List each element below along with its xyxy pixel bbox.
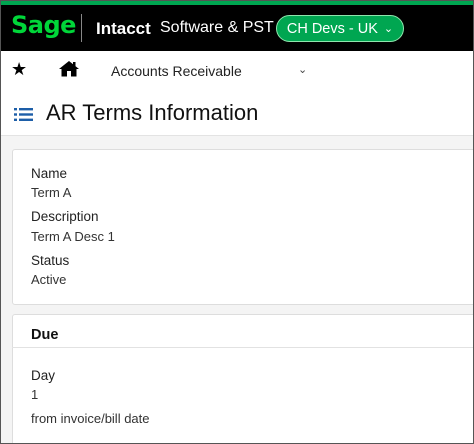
description-label: Description [31,209,99,224]
general-card [12,149,473,305]
star-icon[interactable]: ★ [11,59,27,80]
product-name: Intacct [96,19,151,38]
app-window: Sage Intacct Software & PST CH Devs - UK… [0,0,474,444]
home-icon[interactable] [59,60,79,82]
description-value: Term A Desc 1 [31,229,115,244]
due-section-title: Due [31,327,59,343]
entity-selector-button[interactable]: CH Devs - UK ⌄ [276,15,404,42]
top-bar: Sage Intacct Software & PST CH Devs - UK… [1,1,473,51]
chevron-down-icon[interactable]: ⌄ [298,63,307,76]
name-label: Name [31,166,68,181]
header-divider [81,14,82,42]
entity-selector-label: CH Devs - UK [286,20,378,37]
status-label: Status [31,253,70,268]
due-basis-text: from invoice/bill date [31,411,150,426]
page-title: AR Terms Information [46,100,259,125]
status-value: Active [31,272,67,287]
name-value: Term A [31,185,72,200]
sage-logo[interactable]: Sage [11,11,76,39]
accent-stripe [1,1,473,5]
section-divider [12,347,473,348]
company-name[interactable]: Software & PST [160,19,274,37]
day-label: Day [31,368,56,383]
chevron-down-icon: ⌄ [383,23,394,35]
list-icon[interactable] [14,107,33,127]
module-menu[interactable]: Accounts Receivable [111,63,242,79]
day-value: 1 [31,387,39,402]
